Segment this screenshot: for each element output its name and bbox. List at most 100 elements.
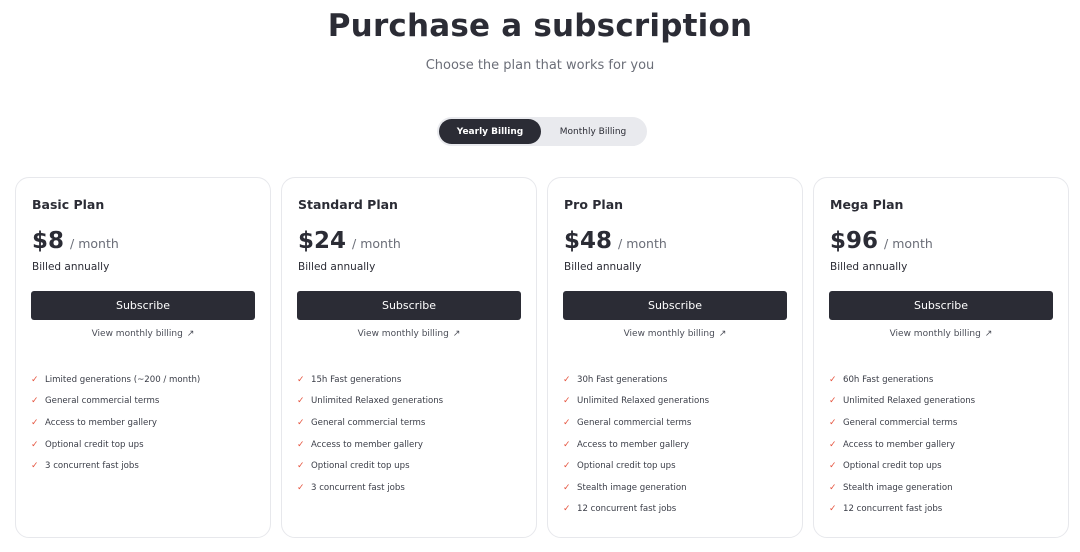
check-icon: ✓ (31, 417, 39, 428)
feature-label: 30h Fast generations (577, 374, 668, 385)
feature-label: General commercial terms (577, 417, 692, 428)
feature-item: ✓ Unlimited Relaxed generations (829, 391, 1060, 413)
link-label: View monthly billing (623, 329, 715, 339)
check-icon: ✓ (829, 482, 837, 493)
monthly-billing-tab[interactable]: Monthly Billing (541, 119, 645, 144)
external-arrow-icon: ↗ (452, 329, 461, 339)
feature-item: ✓ 30h Fast generations (563, 369, 794, 391)
feature-item: ✓ 12 concurrent fast jobs (829, 499, 1060, 521)
plan-card-standard: Standard Plan $24 / month Billed annuall… (281, 177, 537, 538)
feature-label: Stealth image generation (843, 482, 953, 493)
feature-item: ✓ 3 concurrent fast jobs (31, 455, 262, 477)
plan-price: $96 (830, 228, 879, 254)
feature-item: ✓ General commercial terms (297, 412, 528, 434)
feature-label: 3 concurrent fast jobs (311, 482, 405, 493)
check-icon: ✓ (297, 482, 305, 493)
feature-label: Unlimited Relaxed generations (843, 396, 976, 407)
feature-item: ✓ Stealth image generation (829, 477, 1060, 499)
price-row: $24 / month (298, 228, 401, 254)
view-monthly-billing-link[interactable]: View monthly billing ↗ (282, 329, 536, 339)
check-icon: ✓ (297, 396, 305, 407)
check-icon: ✓ (563, 504, 571, 515)
feature-item: ✓ General commercial terms (563, 412, 794, 434)
view-monthly-billing-link[interactable]: View monthly billing ↗ (16, 329, 270, 339)
check-icon: ✓ (31, 439, 39, 450)
price-period: / month (884, 236, 933, 251)
check-icon: ✓ (563, 396, 571, 407)
feature-label: General commercial terms (311, 417, 426, 428)
subscribe-button[interactable]: Subscribe (563, 291, 787, 320)
check-icon: ✓ (31, 461, 39, 472)
feature-item: ✓ General commercial terms (31, 391, 262, 413)
feature-item: ✓ 15h Fast generations (297, 369, 528, 391)
feature-item: ✓ Access to member gallery (297, 434, 528, 456)
check-icon: ✓ (297, 439, 305, 450)
price-period: / month (70, 236, 119, 251)
feature-label: Unlimited Relaxed generations (577, 396, 710, 407)
billing-note: Billed annually (298, 261, 376, 273)
check-icon: ✓ (563, 374, 571, 385)
feature-list: ✓ Limited generations (~200 / month) ✓ Gene… (31, 369, 262, 477)
feature-label: Access to member gallery (843, 439, 955, 450)
billing-note: Billed annually (564, 261, 642, 273)
feature-label: Access to member gallery (577, 439, 689, 450)
feature-label: Optional credit top ups (843, 461, 942, 472)
feature-label: Limited generations (~200 / month) (45, 374, 201, 385)
check-icon: ✓ (829, 504, 837, 515)
feature-list: ✓ 30h Fast generations ✓ Unlimited Relaxed … (563, 369, 794, 520)
price-row: $48 / month (564, 228, 667, 254)
subscribe-button[interactable]: Subscribe (829, 291, 1053, 320)
billing-note: Billed annually (32, 261, 110, 273)
feature-item: ✓ Optional credit top ups (829, 455, 1060, 477)
plan-price: $8 (32, 228, 65, 254)
subscribe-button[interactable]: Subscribe (297, 291, 521, 320)
yearly-billing-tab[interactable]: Yearly Billing (439, 119, 541, 144)
feature-item: ✓ Optional credit top ups (563, 455, 794, 477)
feature-label: Stealth image generation (577, 482, 687, 493)
check-icon: ✓ (829, 439, 837, 450)
plan-name: Basic Plan (32, 197, 105, 212)
feature-label: 3 concurrent fast jobs (45, 461, 139, 472)
check-icon: ✓ (563, 417, 571, 428)
feature-item: ✓ 12 concurrent fast jobs (563, 499, 794, 521)
feature-label: Access to member gallery (311, 439, 423, 450)
check-icon: ✓ (829, 461, 837, 472)
link-label: View monthly billing (889, 329, 981, 339)
external-arrow-icon: ↗ (718, 329, 727, 339)
view-monthly-billing-link[interactable]: View monthly billing ↗ (814, 329, 1068, 339)
feature-label: Optional credit top ups (311, 461, 410, 472)
check-icon: ✓ (297, 417, 305, 428)
external-arrow-icon: ↗ (186, 329, 195, 339)
page-title: Purchase a subscription (327, 8, 753, 44)
feature-item: ✓ Access to member gallery (31, 412, 262, 434)
feature-label: General commercial terms (45, 396, 160, 407)
feature-list: ✓ 15h Fast generations ✓ Unlimited Relaxed … (297, 369, 528, 499)
feature-item: ✓ Access to member gallery (563, 434, 794, 456)
plan-card-pro: Pro Plan $48 / month Billed annually Sub… (547, 177, 803, 538)
check-icon: ✓ (563, 439, 571, 450)
check-icon: ✓ (829, 417, 837, 428)
feature-list: ✓ 60h Fast generations ✓ Unlimited Relaxed … (829, 369, 1060, 520)
plan-name: Pro Plan (564, 197, 624, 212)
check-icon: ✓ (297, 374, 305, 385)
check-icon: ✓ (829, 374, 837, 385)
plan-name: Standard Plan (298, 197, 398, 212)
feature-label: Unlimited Relaxed generations (311, 396, 444, 407)
feature-label: 12 concurrent fast jobs (577, 504, 677, 515)
check-icon: ✓ (563, 482, 571, 493)
plan-card-basic: Basic Plan $8 / month Billed annually Su… (15, 177, 271, 538)
plan-card-mega: Mega Plan $96 / month Billed annually Su… (813, 177, 1069, 538)
feature-item: ✓ Unlimited Relaxed generations (563, 391, 794, 413)
check-icon: ✓ (31, 374, 39, 385)
subscribe-button[interactable]: Subscribe (31, 291, 255, 320)
plan-price: $24 (298, 228, 347, 254)
feature-label: General commercial terms (843, 417, 958, 428)
price-period: / month (618, 236, 667, 251)
feature-label: 15h Fast generations (311, 374, 402, 385)
feature-item: ✓ Optional credit top ups (297, 455, 528, 477)
feature-item: ✓ 60h Fast generations (829, 369, 1060, 391)
plan-name: Mega Plan (830, 197, 904, 212)
view-monthly-billing-link[interactable]: View monthly billing ↗ (548, 329, 802, 339)
feature-label: Access to member gallery (45, 417, 157, 428)
external-arrow-icon: ↗ (984, 329, 993, 339)
